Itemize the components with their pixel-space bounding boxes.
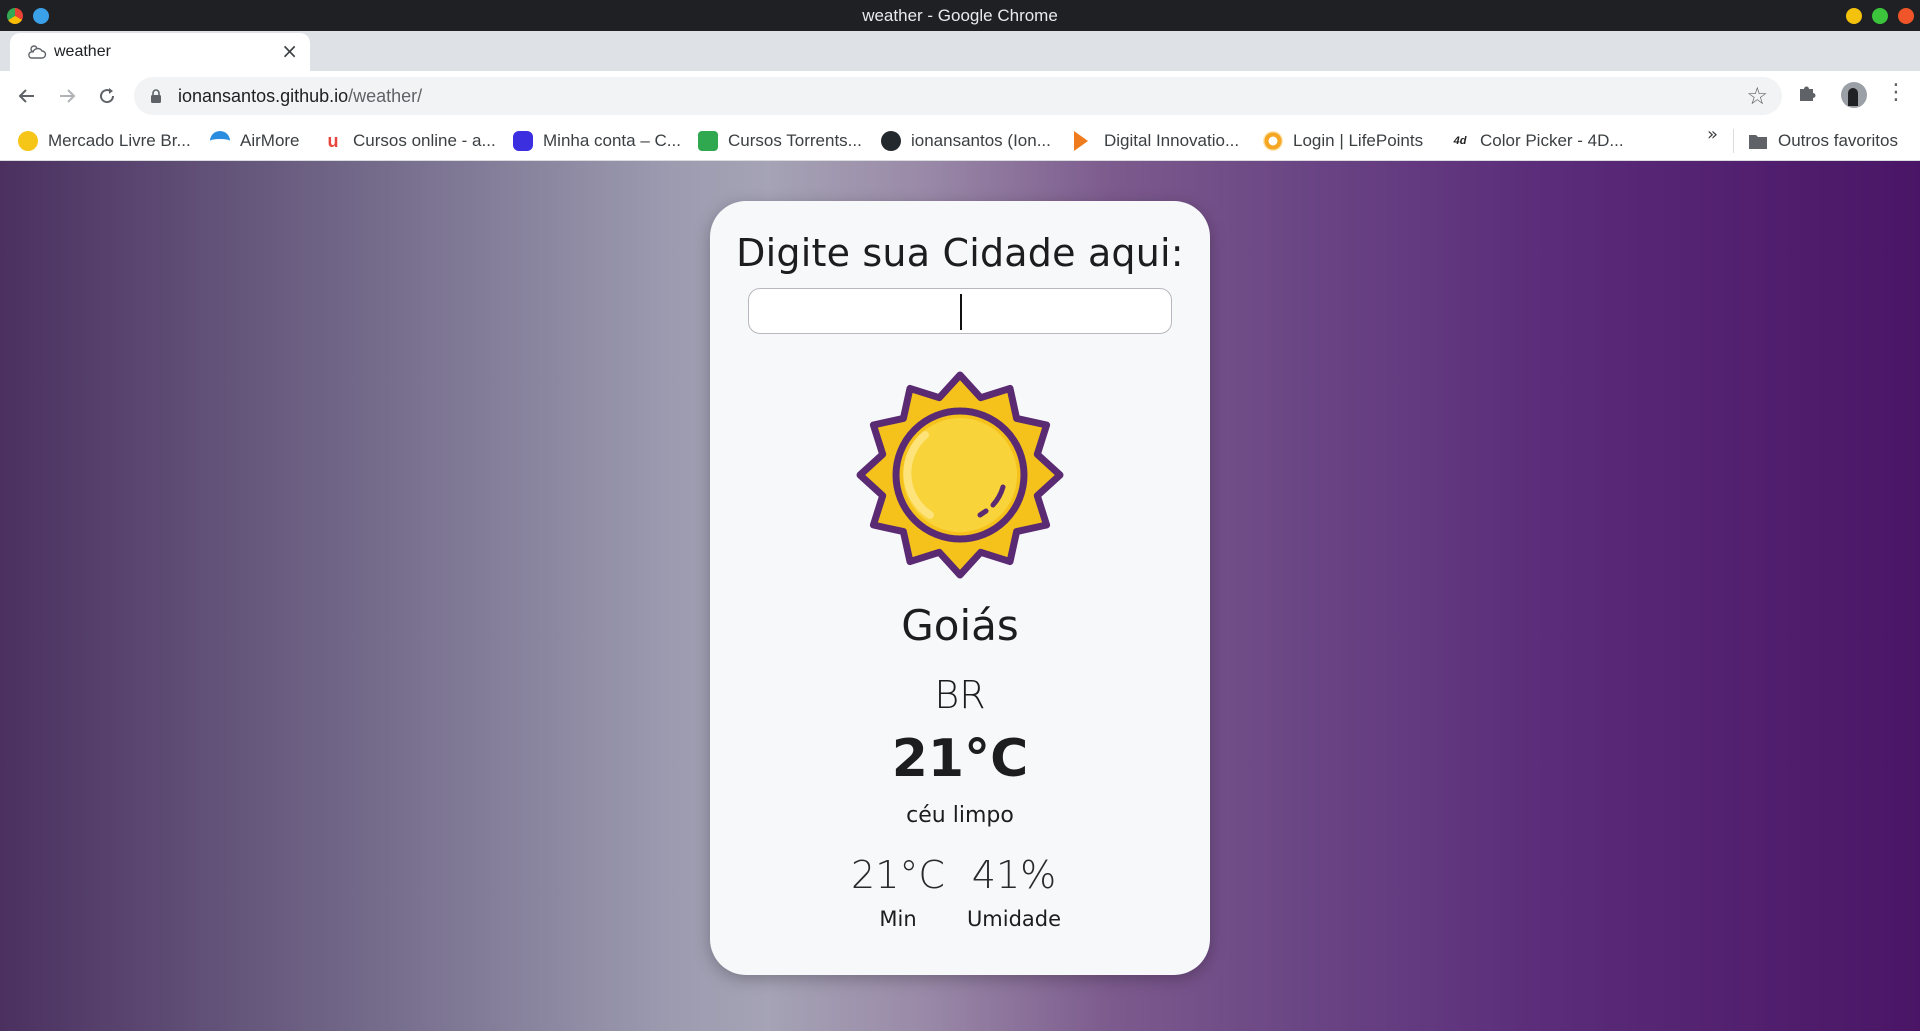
- sun-icon: [856, 371, 1064, 579]
- other-bookmarks-label: Outros favoritos: [1778, 131, 1898, 150]
- min-temperature-block: 21°C Min: [833, 853, 963, 931]
- min-temperature-value: 21°C: [851, 853, 945, 897]
- bookmark-label: Digital Innovatio...: [1104, 131, 1240, 150]
- extensions-puzzle-icon[interactable]: [1797, 81, 1819, 109]
- bookmark-item[interactable]: Cursos Torrents...: [698, 129, 862, 153]
- min-temperature-label: Min: [879, 907, 917, 931]
- bookmark-label: ionansantos (Ion...: [911, 131, 1051, 150]
- bookmark-label: Cursos Torrents...: [728, 131, 862, 150]
- bookmark-item[interactable]: Login | LifePoints: [1263, 129, 1423, 153]
- lifepoints-icon: [1263, 131, 1283, 151]
- bookmarks-bar: Mercado Livre Br... AirMore u Cursos onl…: [0, 121, 1920, 161]
- tab-title: weather: [54, 43, 111, 60]
- github-icon: [881, 131, 901, 151]
- reload-button[interactable]: [92, 81, 122, 111]
- weather-description: céu limpo: [906, 803, 1014, 828]
- bookmark-star-icon[interactable]: ☆: [1746, 82, 1768, 110]
- bookmark-item[interactable]: ionansantos (Ion...: [881, 129, 1051, 153]
- airmore-icon: [210, 131, 230, 151]
- forward-arrow-icon: [60, 89, 76, 103]
- forward-button[interactable]: [52, 81, 82, 111]
- other-bookmarks-folder[interactable]: Outros favoritos: [1748, 129, 1898, 153]
- account-icon: [513, 131, 533, 151]
- window-title: weather - Google Chrome: [862, 6, 1058, 25]
- bookmark-label: Login | LifePoints: [1293, 131, 1424, 150]
- city-name: Goiás: [901, 601, 1019, 650]
- url-text[interactable]: ionansantos.github.io/weather/: [178, 86, 422, 107]
- mercadolivre-icon: [18, 131, 38, 151]
- minimize-button[interactable]: [1846, 8, 1862, 24]
- back-arrow-icon: [18, 89, 34, 103]
- chrome-menu-icon[interactable]: ⋮: [1885, 82, 1907, 104]
- bookmark-label: Cursos online - a...: [353, 131, 496, 150]
- torrents-icon: [698, 131, 718, 151]
- url-host: ionansantos.github.io: [178, 86, 349, 106]
- country-code: BR: [934, 673, 986, 717]
- tab-strip: weather × +: [0, 31, 1920, 97]
- bookmark-item[interactable]: Digital Innovatio...: [1074, 129, 1239, 153]
- profile-avatar[interactable]: [1841, 82, 1867, 108]
- maximize-button[interactable]: [1872, 8, 1888, 24]
- bookmark-label: Mercado Livre Br...: [48, 131, 191, 150]
- back-button[interactable]: [12, 81, 42, 111]
- lock-icon: [151, 89, 161, 103]
- weather-cloud-icon: [28, 45, 47, 59]
- bookmark-item[interactable]: u Cursos online - a...: [323, 129, 496, 153]
- folder-icon: [1749, 135, 1767, 149]
- humidity-value: 41%: [971, 853, 1057, 897]
- close-window-button[interactable]: [1898, 8, 1914, 24]
- address-bar[interactable]: ionansantos.github.io/weather/ ☆: [134, 77, 1782, 115]
- bookmark-item[interactable]: AirMore: [210, 129, 300, 153]
- close-tab-icon[interactable]: ×: [281, 40, 298, 62]
- text-caret: [960, 294, 962, 330]
- url-path: /weather/: [348, 86, 423, 106]
- reload-icon: [100, 88, 115, 104]
- humidity-label: Umidade: [966, 907, 1062, 931]
- bookmark-label: AirMore: [240, 131, 300, 150]
- bookmark-item[interactable]: Mercado Livre Br...: [18, 129, 191, 153]
- bookmark-item[interactable]: Minha conta – C...: [513, 129, 681, 153]
- window-controls: [1846, 8, 1914, 24]
- bookmarks-divider: [1733, 129, 1734, 153]
- colorpicker-icon: 4d: [1453, 135, 1467, 147]
- bookmark-item[interactable]: 4d Color Picker - 4D...: [1450, 129, 1624, 153]
- udemy-icon: u: [327, 131, 339, 151]
- bookmark-label: Minha conta – C...: [543, 131, 681, 150]
- current-temperature: 21°C: [891, 729, 1029, 789]
- weather-card: Digite sua Cidade aqui: Goiás BR 21°C cé…: [710, 201, 1210, 975]
- bookmarks-overflow-button[interactable]: »: [1707, 124, 1718, 145]
- page-background: Digite sua Cidade aqui: Goiás BR 21°C cé…: [0, 161, 1920, 1031]
- dio-icon: [1074, 131, 1088, 151]
- window-title-bar: weather - Google Chrome: [0, 0, 1920, 31]
- tab-weather[interactable]: weather ×: [10, 33, 310, 71]
- browser-toolbar: ionansantos.github.io/weather/ ☆: [0, 71, 1920, 121]
- city-prompt-heading: Digite sua Cidade aqui:: [736, 231, 1184, 275]
- humidity-block: 41% Umidade: [949, 853, 1079, 931]
- bookmark-label: Color Picker - 4D...: [1480, 131, 1624, 150]
